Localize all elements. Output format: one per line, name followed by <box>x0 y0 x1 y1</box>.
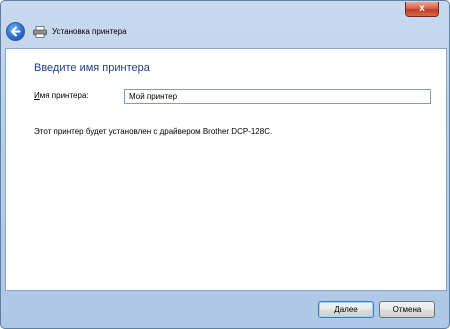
printer-wizard-window: x Установка принтера Введите имя принтер… <box>0 0 450 329</box>
cancel-button[interactable]: Отмена <box>379 301 435 318</box>
title-bar-controls: x <box>405 2 439 17</box>
cancel-button-label: Отмена <box>392 305 422 314</box>
wizard-nav-bar: Установка принтера <box>6 22 436 44</box>
close-button[interactable]: x <box>405 2 439 17</box>
nav-title: Установка принтера <box>52 27 127 36</box>
back-button[interactable] <box>6 22 25 41</box>
printer-icon <box>33 26 47 38</box>
next-button-label: алее <box>339 305 358 314</box>
content-panel: Введите имя принтера Имя принтера: Этот … <box>5 48 447 291</box>
printer-name-label-text: мя принтера: <box>39 91 89 100</box>
printer-name-label: Имя принтера: <box>34 91 89 100</box>
back-arrow-icon <box>11 26 21 37</box>
close-icon: x <box>419 3 425 14</box>
next-button[interactable]: Далее <box>318 301 374 318</box>
page-heading: Введите имя принтера <box>34 62 150 74</box>
driver-info-text: Этот принтер будет установлен с драйверо… <box>34 127 273 136</box>
wizard-footer: Далее Отмена <box>1 291 449 328</box>
printer-name-input[interactable] <box>124 89 431 104</box>
